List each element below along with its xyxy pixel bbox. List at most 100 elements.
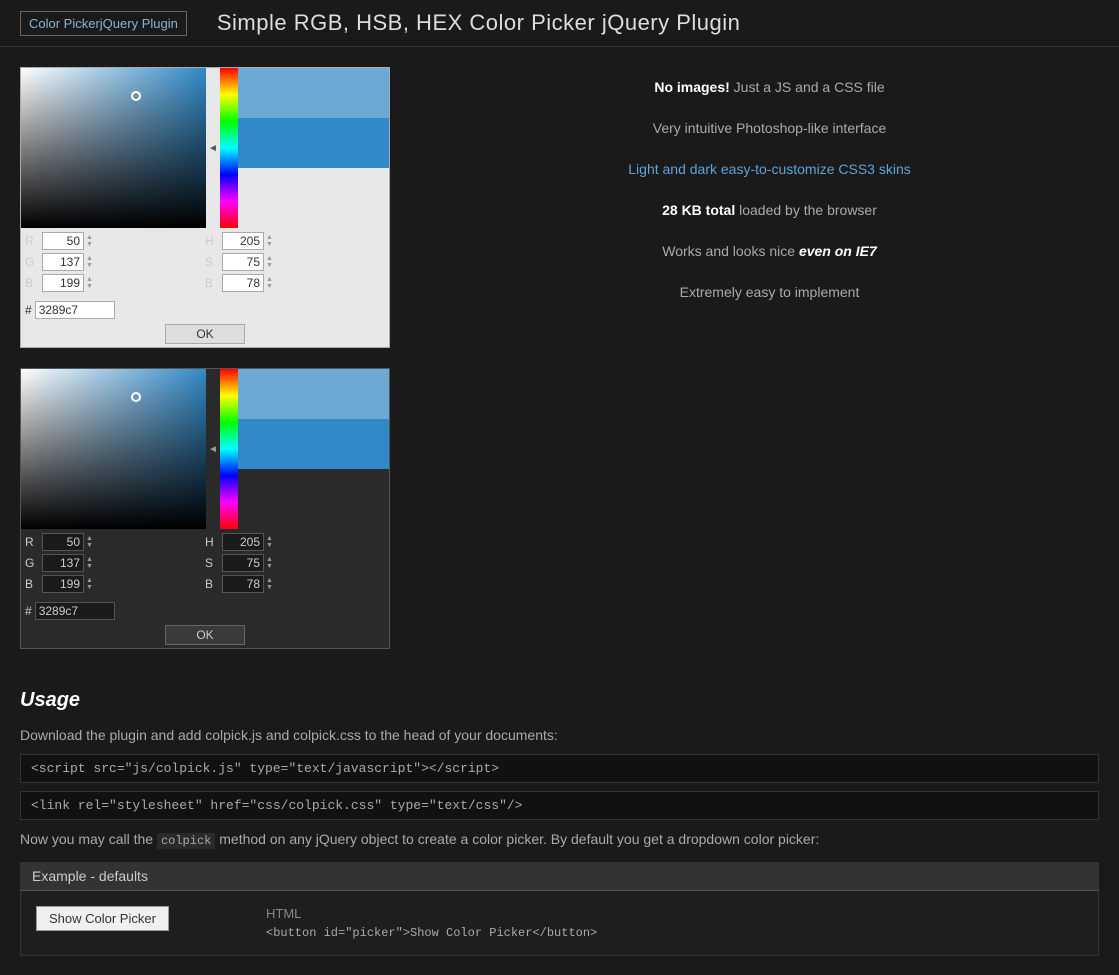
- picker1-bval-label: B: [205, 276, 219, 290]
- picker2-bval-down[interactable]: ▼: [265, 584, 274, 591]
- picker1-b-input[interactable]: [42, 274, 84, 292]
- show-color-picker-button[interactable]: Show Color Picker: [36, 906, 169, 931]
- picker2-h-up[interactable]: ▲: [265, 535, 274, 542]
- usage-desc-1: Now you may call the: [20, 831, 157, 847]
- picker1-g-input[interactable]: [42, 253, 84, 271]
- picker1-s-spinner[interactable]: ▲ ▼: [265, 255, 274, 269]
- picker2-s-up[interactable]: ▲: [265, 556, 274, 563]
- picker1-s-row: S ▲ ▼: [205, 253, 385, 271]
- picker1-top: ◄: [21, 68, 389, 228]
- picker2-hex-label: #: [25, 604, 32, 618]
- picker1-bval-input[interactable]: [222, 274, 264, 292]
- picker2-hex-input[interactable]: [35, 602, 115, 620]
- picker2-g-spinner[interactable]: ▲ ▼: [85, 556, 94, 570]
- picker2-g-up[interactable]: ▲: [85, 556, 94, 563]
- picker2-top: ◄: [21, 369, 389, 529]
- picker1-h-input[interactable]: [222, 232, 264, 250]
- picker1-hex-input[interactable]: [35, 301, 115, 319]
- picker2-h-spinner[interactable]: ▲ ▼: [265, 535, 274, 549]
- picker1-ok-button[interactable]: OK: [165, 324, 244, 344]
- picker2-h-input[interactable]: [222, 533, 264, 551]
- pickers-column: ◄ R ▲ ▼: [20, 67, 420, 669]
- picker1-r-input[interactable]: [42, 232, 84, 250]
- picker2-s-input[interactable]: [222, 554, 264, 572]
- example-box: Example - defaults Show Color Picker HTM…: [20, 862, 1099, 956]
- picker1-g-down[interactable]: ▼: [85, 262, 94, 269]
- picker2-g-input[interactable]: [42, 554, 84, 572]
- picker2-bval-input[interactable]: [222, 575, 264, 593]
- feature-size: 28 KB total loaded by the browser: [440, 200, 1099, 221]
- picker2-h-label: H: [205, 535, 219, 549]
- picker1-h-label: H: [205, 234, 219, 248]
- picker1-g-up[interactable]: ▲: [85, 255, 94, 262]
- picker1-s-input[interactable]: [222, 253, 264, 271]
- feature-no-images-rest: Just a JS and a CSS file: [730, 79, 885, 95]
- picker1-s-up[interactable]: ▲: [265, 255, 274, 262]
- picker1-r-spinner[interactable]: ▲ ▼: [85, 234, 94, 248]
- color-picker-2: ◄ R ▲ ▼: [20, 368, 390, 649]
- picker1-hue-arrow: ◄: [206, 68, 220, 228]
- picker1-bval-spinner[interactable]: ▲ ▼: [265, 276, 274, 290]
- picker2-r-up[interactable]: ▲: [85, 535, 94, 542]
- picker1-s-down[interactable]: ▼: [265, 262, 274, 269]
- feature-intuitive-text: Very intuitive Photoshop-like interface: [653, 120, 886, 136]
- picker1-b-up[interactable]: ▲: [85, 276, 94, 283]
- picker2-r-input[interactable]: [42, 533, 84, 551]
- picker1-h-up[interactable]: ▲: [265, 234, 274, 241]
- picker1-bval-up[interactable]: ▲: [265, 276, 274, 283]
- picker1-b-row: B ▲ ▼: [25, 274, 205, 292]
- picker2-r-spinner[interactable]: ▲ ▼: [85, 535, 94, 549]
- picker2-bval-label: B: [205, 577, 219, 591]
- picker1-bval-row: B ▲ ▼: [205, 274, 385, 292]
- picker2-b-spinner[interactable]: ▲ ▼: [85, 577, 94, 591]
- picker1-gradient[interactable]: [21, 68, 206, 228]
- picker1-h-spinner[interactable]: ▲ ▼: [265, 234, 274, 248]
- picker1-controls: R ▲ ▼ G ▲ ▼: [21, 228, 389, 299]
- picker1-r-up[interactable]: ▲: [85, 234, 94, 241]
- picker2-s-label: S: [205, 556, 219, 570]
- picker2-h-down[interactable]: ▼: [265, 542, 274, 549]
- feature-skins: Light and dark easy-to-customize CSS3 sk…: [440, 159, 1099, 180]
- usage-title: Usage: [20, 689, 1099, 712]
- picker2-b-input[interactable]: [42, 575, 84, 593]
- picker2-b-down[interactable]: ▼: [85, 584, 94, 591]
- feature-ie7: Works and looks nice even on IE7: [440, 241, 1099, 262]
- picker1-b-spinner[interactable]: ▲ ▼: [85, 276, 94, 290]
- picker1-hue-bar[interactable]: [220, 68, 238, 228]
- picker2-s-down[interactable]: ▼: [265, 563, 274, 570]
- picker2-ok-button[interactable]: OK: [165, 625, 244, 645]
- picker1-g-spinner[interactable]: ▲ ▼: [85, 255, 94, 269]
- picker2-h-row: H ▲ ▼: [205, 533, 385, 551]
- picker2-bval-spinner[interactable]: ▲ ▼: [265, 577, 274, 591]
- picker2-hex-row: #: [21, 600, 389, 622]
- picker2-r-label: R: [25, 535, 39, 549]
- color-picker-1: ◄ R ▲ ▼: [20, 67, 390, 348]
- picker2-s-spinner[interactable]: ▲ ▼: [265, 556, 274, 570]
- picker1-r-down[interactable]: ▼: [85, 241, 94, 248]
- feature-size-bold: 28 KB total: [662, 202, 735, 218]
- usage-intro-text: Download the plugin and add colpick.js a…: [20, 727, 558, 743]
- picker2-gradient[interactable]: [21, 369, 206, 529]
- picker2-b-up[interactable]: ▲: [85, 577, 94, 584]
- picker2-current-color: [238, 419, 389, 469]
- picker2-g-row: G ▲ ▼: [25, 554, 205, 572]
- picker1-h-row: H ▲ ▼: [205, 232, 385, 250]
- usage-link-tag: <link rel="stylesheet" href="css/colpick…: [20, 791, 1099, 820]
- picker2-g-down[interactable]: ▼: [85, 563, 94, 570]
- picker1-bval-down[interactable]: ▼: [265, 283, 274, 290]
- features-column: No images! Just a JS and a CSS file Very…: [440, 67, 1099, 669]
- picker1-preview: [238, 68, 389, 228]
- picker1-r-label: R: [25, 234, 39, 248]
- picker1-cursor: [131, 91, 141, 101]
- picker1-b-down[interactable]: ▼: [85, 283, 94, 290]
- picker1-h-down[interactable]: ▼: [265, 241, 274, 248]
- picker2-hsb: H ▲ ▼ S ▲ ▼: [205, 533, 385, 596]
- picker1-rgb: R ▲ ▼ G ▲ ▼: [25, 232, 205, 295]
- picker2-preview: [238, 369, 389, 529]
- site-logo[interactable]: Color PickerjQuery Plugin: [20, 11, 187, 36]
- picker2-r-down[interactable]: ▼: [85, 542, 94, 549]
- picker2-bval-up[interactable]: ▲: [265, 577, 274, 584]
- feature-easy-text: Extremely easy to implement: [680, 284, 860, 300]
- picker2-hue-bar[interactable]: [220, 369, 238, 529]
- feature-no-images-bold: No images!: [654, 79, 729, 95]
